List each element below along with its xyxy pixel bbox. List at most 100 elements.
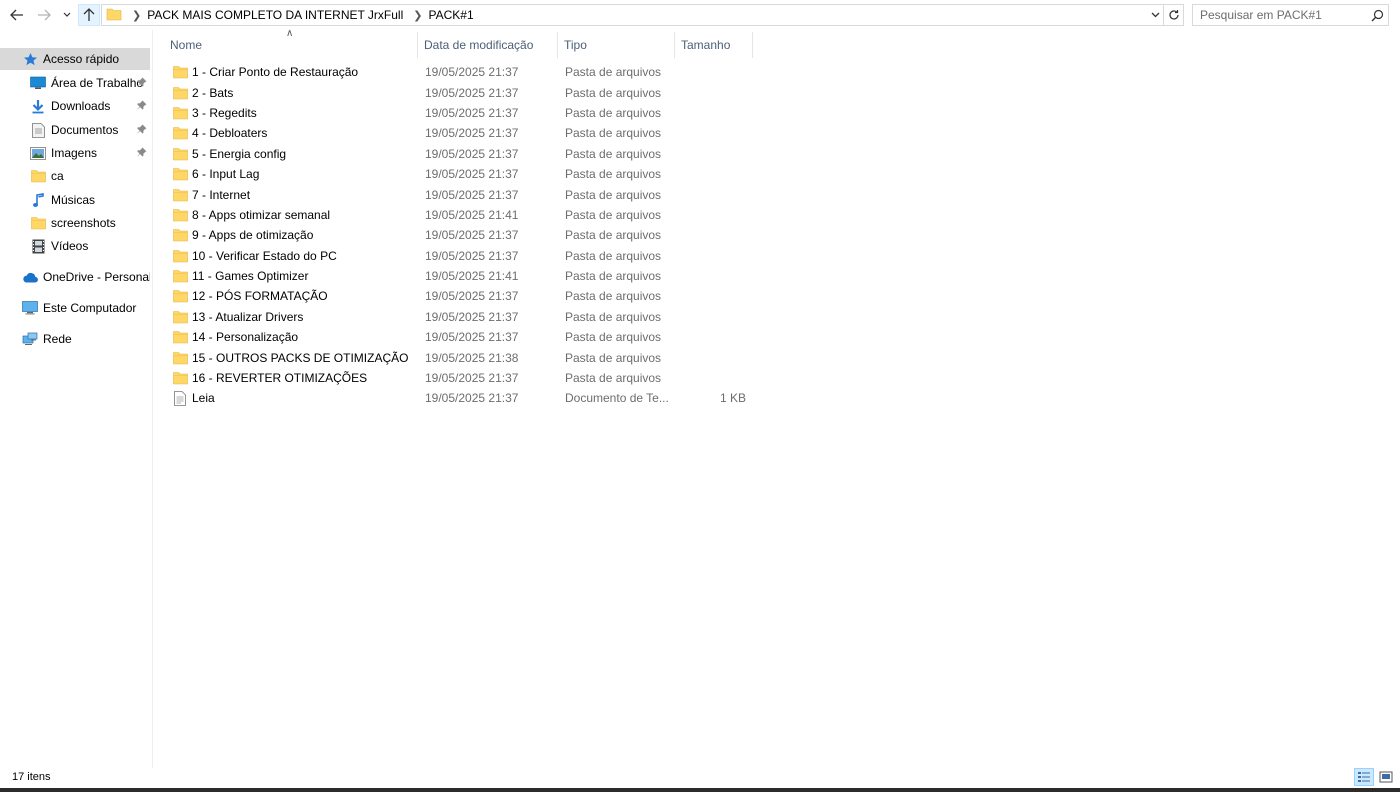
status-bar: 17 itens [0,766,1400,788]
chevron-down-icon [63,12,71,17]
file-name: 11 - Games Optimizer [192,269,309,284]
folder-icon [172,309,188,325]
file-type: Pasta de arquivos [565,228,662,243]
sidebar-item-rede[interactable]: Rede [0,328,150,350]
sidebar-item-ca[interactable]: ca [0,165,150,187]
sidebar-item-este-computador[interactable]: Este Computador [0,297,150,319]
forward-button[interactable] [33,4,55,26]
file-name-cell: Leia [172,388,215,408]
file-row[interactable]: 14 - Personalização 19/05/2025 21:37 Pasta… [164,327,764,347]
column-header-date[interactable]: Data de modificação [418,32,558,58]
up-button[interactable] [78,4,100,26]
sidebar-item-área-de-trabalho[interactable]: Área de Trabalho [0,72,150,94]
file-size: 1 KB [719,391,746,406]
file-name: 13 - Atualizar Drivers [192,309,304,324]
sidebar-item-label: ca [51,169,64,183]
pin-icon [137,146,147,160]
file-size [682,205,746,225]
file-row[interactable]: 4 - Debloaters 19/05/2025 21:37 Pasta de a… [164,123,764,143]
file-row[interactable]: Leia 19/05/2025 21:37 Documento de Te... 1 … [164,388,764,408]
sidebar-item-label: Documentos [51,123,119,137]
file-size [682,164,746,184]
chevron-down-icon [1151,12,1159,18]
film-icon [30,238,46,254]
text-file-icon [172,390,188,406]
file-row[interactable]: 10 - Verificar Estado do PC 19/05/2025 21… [164,246,764,266]
file-size [682,307,746,327]
folder-icon [172,268,188,284]
breadcrumb-pack1[interactable]: PACK#1 [428,8,473,22]
file-name-cell: 9 - Apps de otimização [172,225,313,245]
sidebar-item-imagens[interactable]: Imagens [0,142,150,164]
recent-locations-button[interactable] [60,4,74,26]
search-box[interactable]: Pesquisar em PACK#1 [1192,4,1389,26]
file-type: Pasta de arquivos [565,65,662,80]
refresh-button[interactable] [1164,4,1184,26]
file-row[interactable]: 11 - Games Optimizer 19/05/2025 21:41 Past… [164,266,764,286]
file-name: 15 - OUTROS PACKS DE OTIMIZAÇÃO [192,350,409,365]
file-explorer-window: ❯ PACK MAIS COMPLETO DA INTERNET JrxFull… [0,0,1400,792]
file-row[interactable]: 9 - Apps de otimização 19/05/2025 21:37 Pa… [164,225,764,245]
file-row[interactable]: 7 - Internet 19/05/2025 21:37 Pasta de arq… [164,184,764,204]
file-name-cell: 5 - Energia config [172,144,286,164]
sidebar-item-onedrive-personal[interactable]: OneDrive - Personal [0,266,150,288]
file-size [682,103,746,123]
file-row[interactable]: 16 - REVERTER OTIMIZAÇÕES 19/05/2025 21:3… [164,368,764,388]
file-row[interactable]: 15 - OUTROS PACKS DE OTIMIZAÇÃO 19/05/202… [164,347,764,367]
file-name: 5 - Energia config [192,146,287,161]
file-name-cell: 14 - Personalização [172,327,298,347]
file-name-cell: 12 - PÓS FORMATAÇÃO [172,286,328,306]
folder-icon [172,329,188,345]
pane-divider[interactable] [152,30,153,768]
file-row[interactable]: 3 - Regedits 19/05/2025 21:37 Pasta de arq… [164,103,764,123]
back-arrow-icon [10,9,23,21]
file-row[interactable]: 6 - Input Lag 19/05/2025 21:37 Pasta de ar… [164,164,764,184]
search-input[interactable]: Pesquisar em PACK#1 [1200,8,1366,22]
address-dropdown-button[interactable] [1147,5,1163,25]
file-list: 1 - Criar Ponto de Restauração 19/05/2025… [164,62,764,409]
file-name: 2 - Bats [192,85,234,100]
address-bar[interactable]: ❯ PACK MAIS COMPLETO DA INTERNET JrxFull… [101,4,1164,26]
sidebar-item-músicas[interactable]: Músicas [0,189,150,211]
forward-arrow-icon [38,9,51,21]
back-button[interactable] [6,4,28,26]
file-date: 19/05/2025 21:37 [425,248,519,263]
sidebar-item-label: Vídeos [51,239,89,253]
file-type: Pasta de arquivos [565,126,662,141]
file-row[interactable]: 1 - Criar Ponto de Restauração 19/05/2025… [164,62,764,82]
folder-icon [172,146,188,162]
details-view-button[interactable] [1354,768,1374,786]
sidebar-item-documentos[interactable]: Documentos [0,119,150,141]
file-name: 8 - Apps otimizar semanal [192,207,331,222]
file-row[interactable]: 13 - Atualizar Drivers 19/05/2025 21:37 Pa… [164,307,764,327]
search-icon[interactable] [1366,9,1388,22]
column-header-size[interactable]: Tamanho [675,32,753,58]
file-type: Documento de Te... [565,391,669,406]
column-header-type[interactable]: Tipo [558,32,675,58]
file-name: 4 - Debloaters [192,126,268,141]
file-date: 19/05/2025 21:37 [425,187,519,202]
file-row[interactable]: 8 - Apps otimizar semanal 19/05/2025 21:4… [164,205,764,225]
file-type: Pasta de arquivos [565,85,662,100]
file-type: Pasta de arquivos [565,269,662,284]
file-row[interactable]: 12 - PÓS FORMATAÇÃO 19/05/2025 21:37 Pasta… [164,286,764,306]
file-row[interactable]: 2 - Bats 19/05/2025 21:37 Pasta de arquivo… [164,82,764,102]
desktop-icon [30,75,46,91]
large-icons-view-button[interactable] [1376,768,1396,786]
sidebar-item-screenshots[interactable]: screenshots [0,212,150,234]
folder-icon [172,227,188,243]
file-date: 19/05/2025 21:37 [425,309,519,324]
sidebar-item-vídeos[interactable]: Vídeos [0,235,150,257]
sidebar-item-downloads[interactable]: Downloads [0,95,150,117]
file-date: 19/05/2025 21:37 [425,146,519,161]
breadcrumb-pack-root[interactable]: PACK MAIS COMPLETO DA INTERNET JrxFull [147,8,403,22]
file-row[interactable]: 5 - Energia config 19/05/2025 21:37 Pasta … [164,144,764,164]
sidebar-item-label: Área de Trabalho [51,76,144,90]
folder-icon [172,207,188,223]
file-type: Pasta de arquivos [565,105,662,120]
column-header-name[interactable]: ∧ Nome [164,28,418,58]
file-date: 19/05/2025 21:37 [425,85,519,100]
file-size [682,184,746,204]
file-type: Pasta de arquivos [565,289,662,304]
sidebar-item-acesso-rápido[interactable]: Acesso rápido [0,48,150,70]
